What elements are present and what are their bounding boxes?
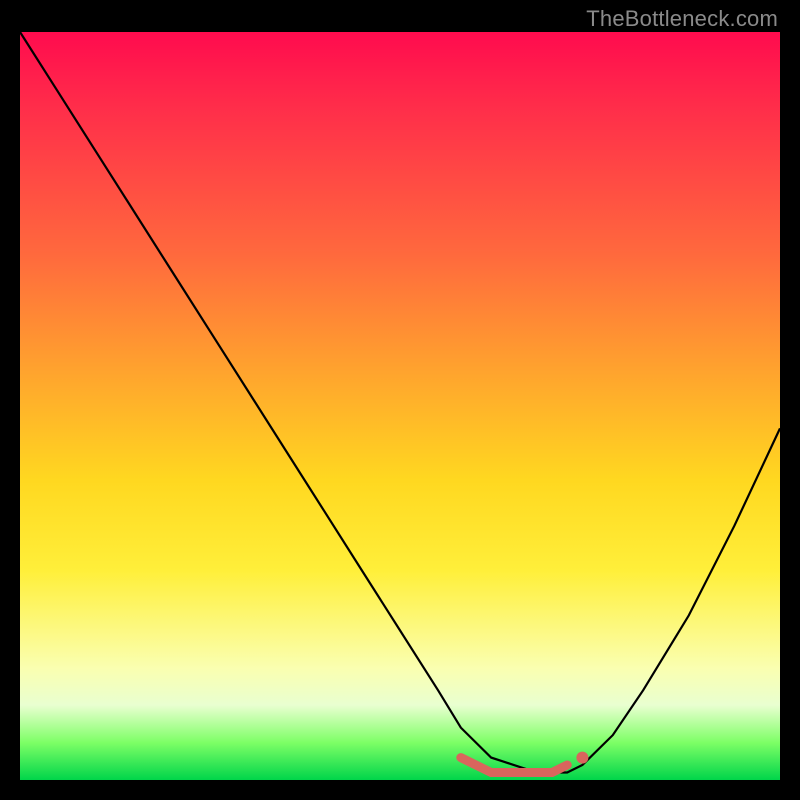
chart-stage: TheBottleneck.com <box>0 0 800 800</box>
watermark-text: TheBottleneck.com <box>586 6 778 32</box>
curve-svg <box>20 32 780 780</box>
highlight-dot <box>576 752 588 764</box>
bottleneck-curve <box>20 32 780 773</box>
plot-area <box>20 32 780 780</box>
